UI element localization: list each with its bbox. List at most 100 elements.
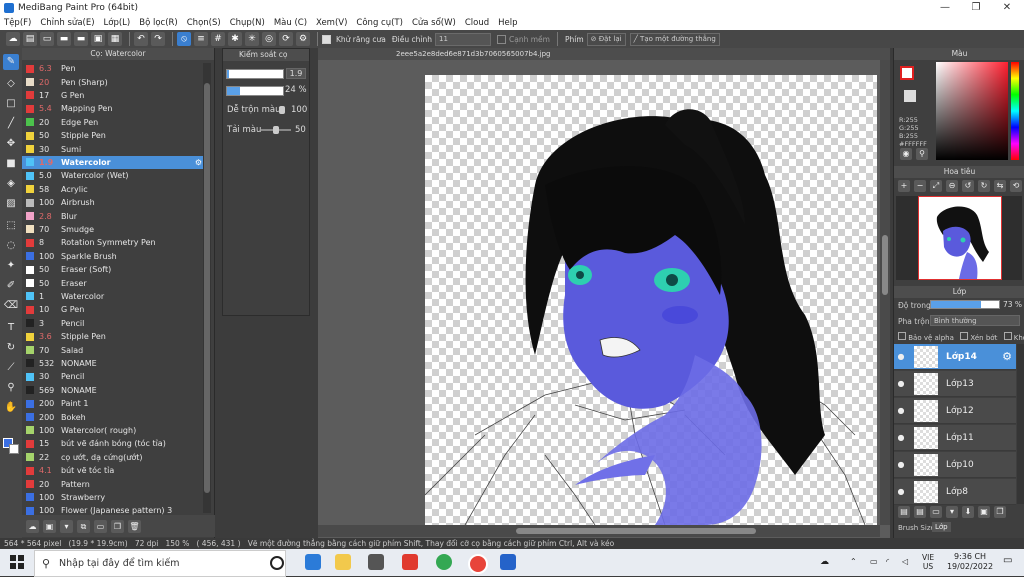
duplicate-layer-icon[interactable]: ❐: [994, 506, 1006, 518]
brush-tool-icon[interactable]: ✎: [3, 54, 19, 70]
adjust-select[interactable]: 11: [435, 32, 491, 46]
task-view-icon[interactable]: [270, 556, 284, 570]
layer-folder-icon[interactable]: ▣: [978, 506, 990, 518]
fill-tool-icon[interactable]: ◈: [3, 176, 19, 192]
soft-edge-checkbox[interactable]: [497, 34, 506, 44]
zoom-out-icon[interactable]: −: [914, 180, 926, 192]
menu-layer[interactable]: Lớp(L): [104, 18, 131, 28]
tab-layer[interactable]: Lớp: [932, 522, 951, 532]
duplicate-brush-icon[interactable]: ❐: [111, 519, 124, 533]
new-folder-icon[interactable]: ▭: [930, 506, 942, 518]
fit-icon[interactable]: ⤢: [930, 180, 942, 192]
drawing-canvas[interactable]: [425, 75, 877, 525]
chrome-icon[interactable]: [436, 554, 452, 570]
rotate-right-icon[interactable]: ↻: [978, 180, 990, 192]
minimize-button[interactable]: —: [930, 0, 960, 16]
redo-icon[interactable]: ↷: [151, 32, 165, 46]
visibility-eye-icon[interactable]: ●: [894, 352, 908, 361]
comment2-icon[interactable]: ▬: [74, 32, 88, 46]
antialias-checkbox[interactable]: [322, 34, 331, 44]
visibility-eye-icon[interactable]: ●: [894, 406, 908, 415]
navigator-preview[interactable]: [896, 196, 1022, 280]
text-tool-icon[interactable]: T: [3, 320, 19, 336]
menu-select[interactable]: Chọn(S): [187, 18, 221, 28]
snap-parallel-icon[interactable]: ≡: [194, 32, 208, 46]
brush-item[interactable]: 3 Pencil: [22, 317, 204, 330]
snap-curve-icon[interactable]: ⟳: [279, 32, 293, 46]
layer-row[interactable]: ● Lớp10: [894, 452, 1016, 478]
brush-item[interactable]: 3.6 Stipple Pen: [22, 330, 204, 343]
brush-item[interactable]: 70 Smudge: [22, 223, 204, 236]
brush-item[interactable]: 6.3 Pen: [22, 62, 204, 75]
wps-icon[interactable]: [402, 554, 418, 570]
snap-radial-icon[interactable]: ✳: [245, 32, 259, 46]
layer-row[interactable]: ● Lớp14 ⚙: [894, 344, 1016, 370]
flip-icon[interactable]: ⇆: [994, 180, 1006, 192]
reload-slider[interactable]: [273, 126, 279, 134]
menu-color[interactable]: Màu (C): [274, 18, 307, 28]
brush-item[interactable]: 200 Paint 1: [22, 397, 204, 410]
visibility-eye-icon[interactable]: ●: [894, 433, 908, 442]
eyedropper-icon[interactable]: ⚲: [3, 380, 19, 396]
maximize-button[interactable]: ❐: [961, 0, 991, 16]
foreground-color-swatch[interactable]: [900, 66, 914, 80]
shape-tool-icon[interactable]: ■: [3, 156, 19, 172]
notification-icon[interactable]: ▭: [1003, 555, 1012, 566]
new-layer-2-icon[interactable]: ▤: [914, 506, 926, 518]
select-pen-icon[interactable]: ✐: [3, 278, 19, 294]
blend-slider[interactable]: [279, 106, 285, 114]
taskbar-search[interactable]: ⚲ Nhập tại đây để tìm kiếm: [34, 550, 286, 577]
brush-item[interactable]: 20 Pen (Sharp): [22, 75, 204, 88]
snap-settings-icon[interactable]: ⚙: [296, 32, 310, 46]
magic-wand-icon[interactable]: ✦: [3, 258, 19, 274]
hand-tool-icon[interactable]: ✋: [3, 400, 19, 416]
brush-size-slider[interactable]: [226, 69, 284, 79]
operation-tool-icon[interactable]: ↻: [3, 340, 19, 356]
brush-item[interactable]: 200 Bokeh: [22, 410, 204, 423]
canvas-vertical-scrollbar[interactable]: [880, 60, 890, 525]
wifi-icon[interactable]: ◜: [886, 557, 889, 566]
layer-menu-icon[interactable]: ▾: [946, 506, 958, 518]
new-layer-icon[interactable]: ▤: [898, 506, 910, 518]
layer-settings-icon[interactable]: ⚙: [1002, 350, 1012, 363]
menu-cloud[interactable]: Cloud: [465, 18, 489, 28]
select-eraser-icon[interactable]: ⌫: [3, 298, 19, 314]
reset-view-icon[interactable]: ⟲: [1010, 180, 1022, 192]
layer-row[interactable]: ● Lớp13: [894, 371, 1016, 397]
camera-icon[interactable]: [368, 554, 384, 570]
hue-slider[interactable]: [1011, 62, 1019, 160]
zoom-in-icon[interactable]: +: [898, 180, 910, 192]
brush-item[interactable]: 30 Pencil: [22, 370, 204, 383]
comment-icon[interactable]: ▬: [57, 32, 71, 46]
add-brush-icon[interactable]: ▣: [43, 519, 56, 533]
snap-cross-icon[interactable]: #: [211, 32, 225, 46]
menu-help[interactable]: Help: [498, 18, 517, 28]
zoom-actual-icon[interactable]: ⊖: [946, 180, 958, 192]
canvas-horizontal-scrollbar[interactable]: [318, 525, 880, 537]
visibility-eye-icon[interactable]: ●: [894, 460, 908, 469]
vscroll-thumb[interactable]: [882, 235, 888, 295]
weather-icon[interactable]: ☁: [820, 557, 829, 567]
hscroll-thumb[interactable]: [516, 528, 756, 534]
brush-item[interactable]: 532 NONAME: [22, 357, 204, 370]
edge-icon[interactable]: [305, 554, 321, 570]
brush-item[interactable]: 2.8 Blur: [22, 209, 204, 222]
snap-vanish-icon[interactable]: ✱: [228, 32, 242, 46]
menu-window[interactable]: Cửa sổ(W): [412, 18, 456, 28]
move-tool-icon[interactable]: ✥: [3, 136, 19, 152]
file-explorer-icon[interactable]: [335, 554, 351, 570]
network-icon[interactable]: ▭: [870, 557, 878, 566]
brush-item[interactable]: 1 Watercolor: [22, 290, 204, 303]
brush-item[interactable]: 100 Airbrush: [22, 196, 204, 209]
medibang-taskbar-icon[interactable]: [500, 554, 516, 570]
cloud-icon[interactable]: ☁: [6, 32, 20, 46]
reset-button[interactable]: ⊘ Đặt lại: [586, 32, 626, 46]
brush-item[interactable]: 58 Acrylic: [22, 183, 204, 196]
menu-tools[interactable]: Công cụ(T): [356, 18, 403, 28]
brush-item[interactable]: 17 G Pen: [22, 89, 204, 102]
brush-item[interactable]: 20 Pattern: [22, 477, 204, 490]
brush-item[interactable]: 50 Stipple Pen: [22, 129, 204, 142]
brush-item[interactable]: 100 Sparkle Brush: [22, 250, 204, 263]
grid-icon[interactable]: ▦: [108, 32, 122, 46]
menu-filter[interactable]: Bộ lọc(R): [139, 18, 178, 28]
